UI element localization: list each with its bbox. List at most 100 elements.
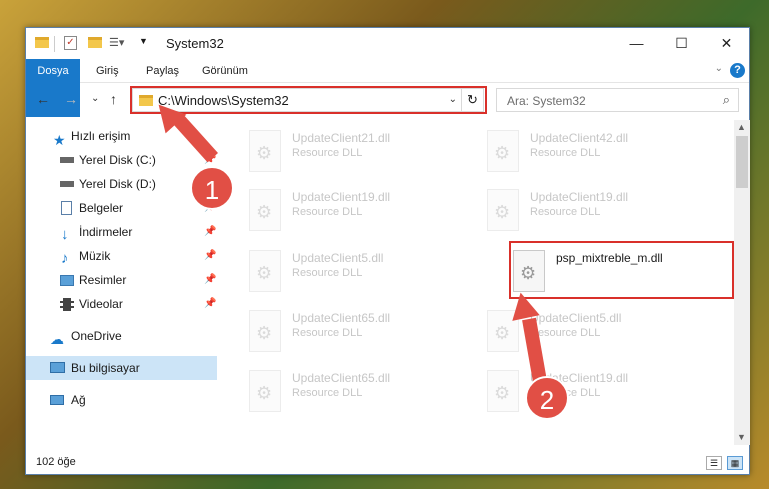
navigation-pane: ★ Hızlı erişim Yerel Disk (C:) 📌 Yerel D… [26, 120, 217, 445]
vertical-scrollbar[interactable]: ▲ ▼ [734, 120, 750, 445]
search-box[interactable]: Ara: System32 ⌕ [496, 88, 739, 112]
sidebar-item-label: Bu bilgisayar [71, 361, 140, 375]
file-name: UpdateClient65.dll [292, 371, 391, 385]
sidebar-item-label: Resimler [79, 273, 127, 287]
dll-file-icon: ⚙ [249, 130, 281, 172]
drive-icon [60, 181, 74, 187]
properties-icon[interactable]: ✓ [64, 36, 77, 50]
sidebar-item-label: Ağ [71, 393, 86, 407]
sidebar-item-documents[interactable]: Belgeler 📌 [26, 196, 217, 220]
minimize-button[interactable]: — [614, 31, 659, 55]
explorer-window: ✓ ☰▾ ▼ System32 — ☐ ✕ Dosya Giriş Paylaş… [25, 27, 750, 475]
file-item[interactable]: ⚙ UpdateClient5.dll Resource DLL [237, 244, 467, 302]
sidebar-item-videos[interactable]: Videolar 📌 [26, 292, 217, 316]
file-description: Resource DLL [292, 387, 363, 399]
file-item[interactable]: ⚙ UpdateClient42.dll Resource DLL [475, 124, 705, 182]
dll-file-icon: ⚙ [487, 370, 519, 412]
file-description: Resource DLL [530, 206, 601, 218]
music-icon: ♪ [61, 250, 69, 267]
sidebar-item-network[interactable]: Ağ [26, 388, 217, 412]
new-folder-icon[interactable] [88, 37, 102, 48]
search-icon[interactable]: ⌕ [723, 92, 730, 108]
file-name: UpdateClient42.dll [530, 131, 629, 145]
star-icon: ★ [53, 132, 66, 148]
drive-icon [60, 157, 74, 163]
dll-file-icon: ⚙ [249, 189, 281, 231]
pictures-icon [60, 275, 74, 286]
pin-icon[interactable]: 📌 [204, 292, 216, 316]
sidebar-item-label: İndirmeler [79, 225, 133, 239]
file-description: Resource DLL [530, 147, 601, 159]
pin-icon[interactable]: 📌 [204, 220, 216, 244]
scroll-thumb[interactable] [736, 136, 748, 188]
up-button[interactable]: ↑ [110, 91, 117, 107]
sidebar-item-this-pc[interactable]: Bu bilgisayar [26, 356, 217, 380]
tab-view[interactable]: Görünüm [190, 59, 260, 83]
dll-file-icon: ⚙ [487, 189, 519, 231]
divider [54, 36, 55, 52]
sidebar-item-music[interactable]: ♪ Müzik 📌 [26, 244, 217, 268]
file-name: UpdateClient5.dll [530, 311, 622, 325]
step-1-badge: 1 [190, 166, 234, 210]
close-button[interactable]: ✕ [704, 31, 749, 55]
file-item[interactable]: ⚙ UpdateClient19.dll Resource DLL [237, 183, 467, 241]
forward-button[interactable]: → [64, 91, 78, 107]
file-description: Resource DLL [292, 267, 363, 279]
video-icon [60, 298, 74, 311]
sidebar-item-label: Müzik [79, 249, 111, 263]
tab-home[interactable]: Giriş [84, 59, 131, 83]
scroll-up-icon[interactable]: ▲ [737, 122, 746, 132]
file-item[interactable]: ⚙ UpdateClient65.dll Resource DLL [237, 304, 467, 362]
sidebar-item-pictures[interactable]: Resimler 📌 [26, 268, 217, 292]
details-view-icon[interactable]: ☰ [706, 456, 722, 470]
file-name: UpdateClient21.dll [292, 131, 391, 145]
download-icon: ↓ [61, 226, 69, 243]
file-item[interactable]: ⚙ UpdateClient19.dll Resource DLL [475, 364, 705, 422]
tiles-view-icon[interactable]: ▦ [727, 456, 743, 470]
file-description: Resource DLL [292, 206, 363, 218]
sidebar-item-label: Yerel Disk (D:) [79, 177, 156, 191]
file-name: UpdateClient5.dll [292, 251, 384, 265]
dll-file-icon: ⚙ [487, 130, 519, 172]
pin-icon[interactable]: 📌 [204, 268, 216, 292]
file-highlight [509, 241, 734, 299]
sidebar-item-onedrive[interactable]: ☁ OneDrive [26, 324, 217, 348]
status-bar: 102 öğe ☰ ▦ [26, 451, 749, 475]
step-2-badge: 2 [525, 376, 569, 420]
sidebar-item-label: Hızlı erişim [71, 129, 131, 143]
sidebar-item-label: Videolar [79, 297, 123, 311]
item-count: 102 öğe [36, 456, 76, 468]
sidebar-item-disk-c[interactable]: Yerel Disk (C:) 📌 [26, 148, 217, 172]
file-name: UpdateClient19.dll [530, 190, 629, 204]
customize-toolbar-icon[interactable]: ☰▾ [109, 36, 124, 52]
back-button[interactable]: ← [36, 91, 50, 107]
file-description: Resource DLL [292, 327, 363, 339]
tab-share[interactable]: Paylaş [134, 59, 191, 83]
file-item[interactable]: ⚙ UpdateClient19.dll Resource DLL [475, 183, 705, 241]
file-description: Resource DLL [292, 147, 363, 159]
help-icon[interactable]: ? [730, 63, 745, 78]
quick-access-dropdown-icon[interactable]: ▼ [139, 36, 148, 52]
documents-icon [61, 201, 72, 215]
network-icon [50, 395, 64, 405]
navigation-bar: ← → ⌄ ↑ C:\Windows\System32 ⌄ ↻ Ara: Sys… [26, 84, 749, 116]
ribbon-tabs: Dosya Giriş Paylaş Görünüm ⌄ ? [26, 59, 749, 117]
sidebar-item-disk-d[interactable]: Yerel Disk (D:) 📌 [26, 172, 217, 196]
scroll-down-icon[interactable]: ▼ [737, 432, 746, 442]
file-item[interactable]: ⚙ UpdateClient21.dll Resource DLL [237, 124, 467, 182]
sidebar-item-label: Belgeler [79, 201, 124, 215]
search-input[interactable]: Ara: System32 [507, 94, 586, 108]
file-item[interactable]: ⚙ UpdateClient5.dll Resource DLL [475, 304, 705, 362]
cloud-icon: ☁ [50, 331, 64, 347]
folder-icon [35, 37, 49, 48]
file-name: UpdateClient65.dll [292, 311, 391, 325]
dll-file-icon: ⚙ [249, 370, 281, 412]
pin-icon[interactable]: 📌 [204, 244, 216, 268]
expand-ribbon-icon[interactable]: ⌄ [715, 63, 723, 74]
computer-icon [50, 362, 65, 373]
recent-locations-button[interactable]: ⌄ [91, 93, 99, 104]
sidebar-item-downloads[interactable]: ↓ İndirmeler 📌 [26, 220, 217, 244]
maximize-button[interactable]: ☐ [659, 31, 704, 55]
file-item[interactable]: ⚙ UpdateClient65.dll Resource DLL [237, 364, 467, 422]
dll-file-icon: ⚙ [249, 310, 281, 352]
